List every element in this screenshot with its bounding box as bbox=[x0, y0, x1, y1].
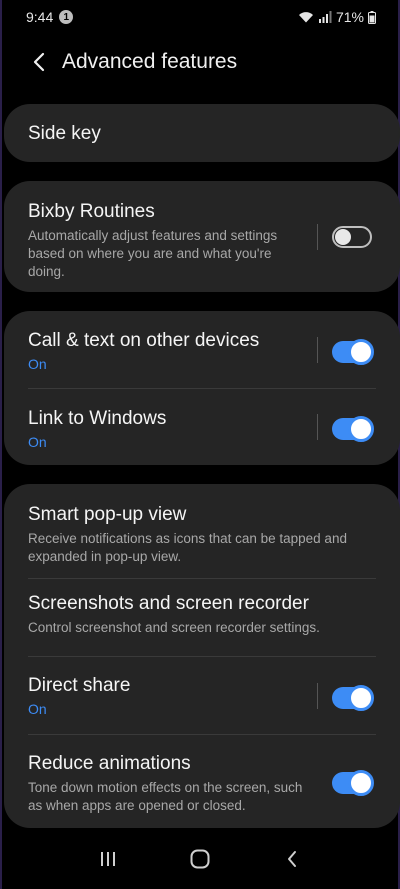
notification-count-badge: 1 bbox=[59, 10, 74, 24]
side-key-label: Side key bbox=[28, 123, 101, 144]
toggle-separator bbox=[317, 682, 318, 709]
direct-share-toggle[interactable] bbox=[332, 684, 374, 711]
reduce-animations-description: Tone down motion effects on the screen, … bbox=[28, 780, 303, 813]
screenshots-description: Control screenshot and screen recorder s… bbox=[28, 620, 320, 635]
connectivity-card: Call & text on other devices On Link to … bbox=[4, 311, 400, 465]
toggle-separator bbox=[317, 414, 318, 440]
recent-apps-button[interactable] bbox=[88, 839, 128, 879]
navigation-bar bbox=[2, 829, 398, 889]
recent-apps-icon bbox=[101, 852, 115, 866]
toggle-separator bbox=[317, 223, 318, 250]
screenshots-label: Screenshots and screen recorder bbox=[28, 593, 309, 614]
back-nav-button[interactable] bbox=[272, 839, 312, 879]
screen: 9:44 1 71% Advanced features Side key Bi… bbox=[0, 0, 400, 889]
home-icon bbox=[190, 849, 210, 869]
setting-side-key[interactable]: Side key bbox=[4, 104, 400, 145]
setting-call-text[interactable]: Call & text on other devices On bbox=[4, 311, 400, 388]
toggle-separator bbox=[317, 336, 318, 363]
home-button[interactable] bbox=[180, 839, 220, 879]
call-text-toggle[interactable] bbox=[332, 338, 374, 365]
status-time: 9:44 bbox=[26, 9, 54, 25]
signal-icon bbox=[318, 11, 332, 23]
chevron-left-icon bbox=[33, 52, 45, 72]
smart-popup-description: Receive notifications as icons that can … bbox=[28, 531, 347, 564]
reduce-animations-label: Reduce animations bbox=[28, 753, 191, 774]
header: Advanced features bbox=[2, 40, 398, 84]
bixby-card: Bixby Routines Automatically adjust feat… bbox=[4, 181, 400, 292]
status-icons: 71% bbox=[298, 9, 376, 25]
features-card: Smart pop-up view Receive notifications … bbox=[4, 484, 400, 828]
setting-bixby-routines[interactable]: Bixby Routines Automatically adjust feat… bbox=[4, 181, 400, 292]
smart-popup-label: Smart pop-up view bbox=[28, 504, 187, 525]
reduce-animations-toggle[interactable] bbox=[332, 770, 374, 796]
back-button[interactable] bbox=[24, 47, 54, 77]
setting-link-to-windows[interactable]: Link to Windows On bbox=[4, 389, 400, 465]
wifi-icon bbox=[298, 11, 314, 23]
status-bar: 9:44 1 71% bbox=[2, 0, 398, 34]
bixby-toggle[interactable] bbox=[332, 225, 372, 248]
battery-icon bbox=[368, 10, 376, 24]
setting-reduce-animations[interactable]: Reduce animations Tone down motion effec… bbox=[4, 735, 400, 827]
bixby-label: Bixby Routines bbox=[28, 201, 155, 222]
page-title: Advanced features bbox=[62, 50, 238, 73]
battery-percent: 71% bbox=[335, 9, 364, 25]
setting-smart-popup[interactable]: Smart pop-up view Receive notifications … bbox=[4, 484, 400, 578]
side-key-card[interactable]: Side key bbox=[4, 104, 400, 162]
link-windows-toggle[interactable] bbox=[332, 416, 374, 442]
chevron-left-icon bbox=[288, 851, 296, 867]
setting-screenshots[interactable]: Screenshots and screen recorder Control … bbox=[4, 579, 400, 656]
setting-direct-share[interactable]: Direct share On bbox=[4, 657, 400, 734]
bixby-description: Automatically adjust features and settin… bbox=[28, 228, 278, 279]
